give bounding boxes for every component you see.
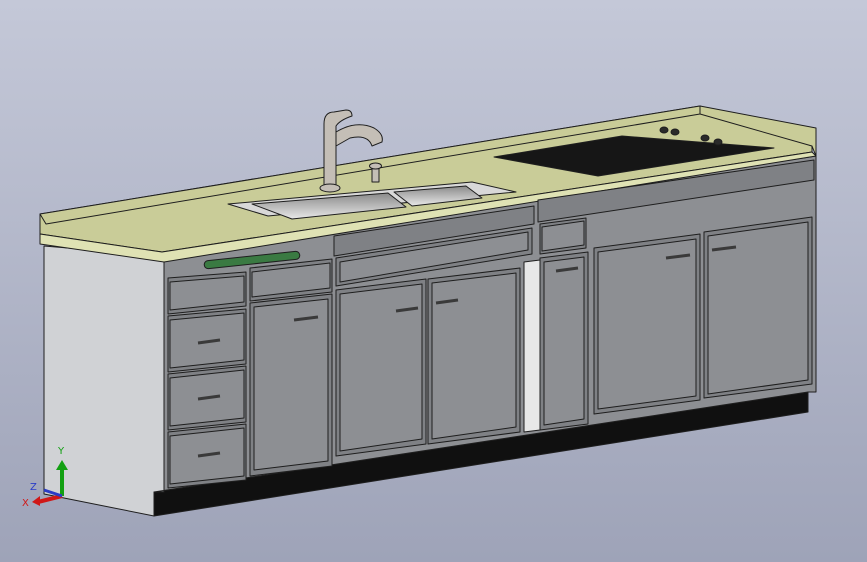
- x-axis-label: X: [22, 498, 29, 509]
- cooktop-knob: [700, 134, 710, 142]
- door-column-2-face: [253, 298, 329, 471]
- cooktop-door-left-face: [597, 238, 697, 410]
- narrow-door-face: [543, 256, 585, 426]
- sink-door-right-face: [431, 272, 517, 440]
- cooktop-knob: [713, 138, 723, 146]
- soap-dispenser-cap: [369, 162, 382, 170]
- cad-model-view[interactable]: Y Z X: [0, 0, 867, 562]
- z-axis-label: Z: [30, 482, 37, 493]
- faucet-base: [319, 183, 341, 193]
- graphics-viewport[interactable]: Y Z X: [0, 0, 867, 562]
- y-axis-label: Y: [57, 446, 65, 457]
- cooktop-knob: [659, 126, 669, 134]
- dishwasher-gap: [523, 259, 541, 433]
- cooktop-knob: [670, 128, 680, 136]
